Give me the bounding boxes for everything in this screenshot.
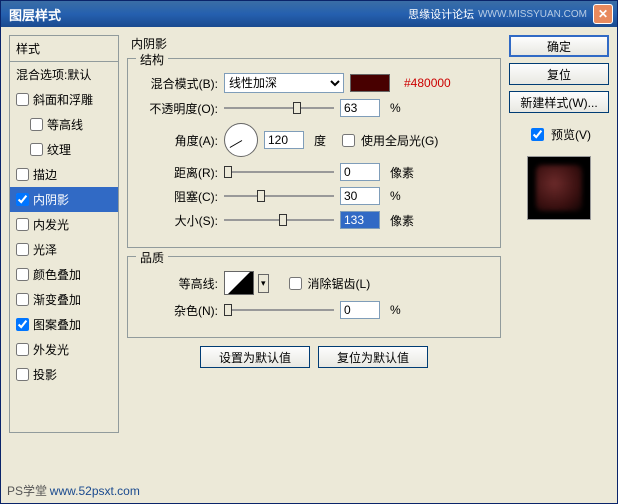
sidebar-item-label: 颜色叠加 [33, 266, 81, 283]
layer-style-dialog: 图层样式 思缘设计论坛 WWW.MISSYUAN.COM ✕ 样式 混合选项:默… [0, 0, 618, 504]
color-hex-label: #480000 [404, 76, 451, 90]
distance-unit: 像素 [390, 164, 414, 181]
preview-checkbox[interactable]: 预览(V) [509, 125, 609, 144]
styles-header: 样式 [10, 36, 118, 62]
structure-legend: 结构 [136, 51, 168, 68]
blend-mode-select[interactable]: 线性加深 [224, 73, 344, 93]
size-slider[interactable] [224, 212, 334, 228]
sidebar-item-1[interactable]: 等高线 [10, 112, 118, 137]
distance-input[interactable] [340, 163, 380, 181]
sidebar-checkbox[interactable] [16, 193, 29, 206]
sidebar-checkbox[interactable] [16, 293, 29, 306]
contour-label: 等高线: [138, 275, 218, 292]
sidebar-item-9[interactable]: 图案叠加 [10, 312, 118, 337]
titlebar: 图层样式 思缘设计论坛 WWW.MISSYUAN.COM ✕ [1, 1, 617, 27]
chevron-down-icon[interactable]: ▾ [258, 274, 269, 293]
sidebar-checkbox[interactable] [16, 318, 29, 331]
sidebar-item-label: 图案叠加 [33, 316, 81, 333]
size-input[interactable] [340, 211, 380, 229]
distance-slider[interactable] [224, 164, 334, 180]
angle-input[interactable] [264, 131, 304, 149]
distance-label: 距离(R): [138, 164, 218, 181]
sidebar-item-2[interactable]: 纹理 [10, 137, 118, 162]
close-button[interactable]: ✕ [593, 4, 613, 24]
sidebar-checkbox[interactable] [16, 243, 29, 256]
choke-input[interactable] [340, 187, 380, 205]
close-icon: ✕ [598, 7, 608, 21]
sidebar-item-6[interactable]: 光泽 [10, 237, 118, 262]
noise-unit: % [390, 303, 401, 317]
choke-unit: % [390, 189, 401, 203]
noise-input[interactable] [340, 301, 380, 319]
forum-name: 思缘设计论坛 [408, 6, 474, 22]
sidebar-item-7[interactable]: 颜色叠加 [10, 262, 118, 287]
noise-slider[interactable] [224, 302, 334, 318]
blend-options-default[interactable]: 混合选项:默认 [10, 62, 118, 87]
choke-label: 阻塞(C): [138, 188, 218, 205]
effect-panel: 内阴影 结构 混合模式(B): 线性加深 #480000 不透明度(O): % [127, 35, 501, 495]
sidebar-checkbox[interactable] [16, 343, 29, 356]
sidebar-checkbox[interactable] [16, 268, 29, 281]
blend-mode-label: 混合模式(B): [138, 75, 218, 92]
sidebar-item-4[interactable]: 内阴影 [10, 187, 118, 212]
structure-group: 结构 混合模式(B): 线性加深 #480000 不透明度(O): % [127, 58, 501, 248]
sidebar-item-label: 光泽 [33, 241, 57, 258]
forum-url: WWW.MISSYUAN.COM [478, 9, 587, 20]
sidebar-item-label: 等高线 [47, 116, 83, 133]
sidebar-item-label: 纹理 [47, 141, 71, 158]
panel-title: 内阴影 [131, 35, 501, 52]
window-title: 图层样式 [9, 5, 408, 24]
sidebar-item-10[interactable]: 外发光 [10, 337, 118, 362]
angle-label: 角度(A): [138, 132, 218, 149]
watermark: PS学堂 www.52psxt.com [7, 482, 140, 499]
sidebar-item-8[interactable]: 渐变叠加 [10, 287, 118, 312]
shadow-color-swatch[interactable] [350, 74, 390, 92]
sidebar-checkbox[interactable] [16, 218, 29, 231]
sidebar-item-label: 内发光 [33, 216, 69, 233]
noise-label: 杂色(N): [138, 302, 218, 319]
opacity-input[interactable] [340, 99, 380, 117]
sidebar-item-label: 外发光 [33, 341, 69, 358]
set-default-button[interactable]: 设置为默认值 [200, 346, 310, 368]
sidebar-item-0[interactable]: 斜面和浮雕 [10, 87, 118, 112]
sidebar-checkbox[interactable] [16, 368, 29, 381]
styles-sidebar: 样式 混合选项:默认 斜面和浮雕等高线纹理描边内阴影内发光光泽颜色叠加渐变叠加图… [9, 35, 119, 495]
angle-unit: 度 [314, 132, 326, 149]
sidebar-checkbox[interactable] [30, 143, 43, 156]
sidebar-item-label: 渐变叠加 [33, 291, 81, 308]
sidebar-item-3[interactable]: 描边 [10, 162, 118, 187]
sidebar-item-11[interactable]: 投影 [10, 362, 118, 387]
angle-dial[interactable] [224, 123, 258, 157]
size-unit: 像素 [390, 212, 414, 229]
sidebar-item-label: 投影 [33, 366, 57, 383]
sidebar-checkbox[interactable] [16, 93, 29, 106]
choke-slider[interactable] [224, 188, 334, 204]
reset-default-button[interactable]: 复位为默认值 [318, 346, 428, 368]
quality-group: 品质 等高线: ▾ 消除锯齿(L) 杂色(N): % [127, 256, 501, 338]
sidebar-item-label: 描边 [33, 166, 57, 183]
size-label: 大小(S): [138, 212, 218, 229]
cancel-button[interactable]: 复位 [509, 63, 609, 85]
ok-button[interactable]: 确定 [509, 35, 609, 57]
sidebar-checkbox[interactable] [30, 118, 43, 131]
sidebar-checkbox[interactable] [16, 168, 29, 181]
sidebar-item-5[interactable]: 内发光 [10, 212, 118, 237]
opacity-slider[interactable] [224, 100, 334, 116]
antialias-checkbox[interactable]: 消除锯齿(L) [285, 274, 371, 293]
quality-legend: 品质 [136, 249, 168, 266]
global-light-checkbox[interactable]: 使用全局光(G) [338, 131, 438, 150]
sidebar-item-label: 内阴影 [33, 191, 69, 208]
new-style-button[interactable]: 新建样式(W)... [509, 91, 609, 113]
opacity-label: 不透明度(O): [138, 100, 218, 117]
right-actions: 确定 复位 新建样式(W)... 预览(V) [509, 35, 609, 495]
opacity-unit: % [390, 101, 401, 115]
sidebar-item-label: 斜面和浮雕 [33, 91, 93, 108]
contour-picker[interactable] [224, 271, 254, 295]
preview-thumbnail [527, 156, 591, 220]
